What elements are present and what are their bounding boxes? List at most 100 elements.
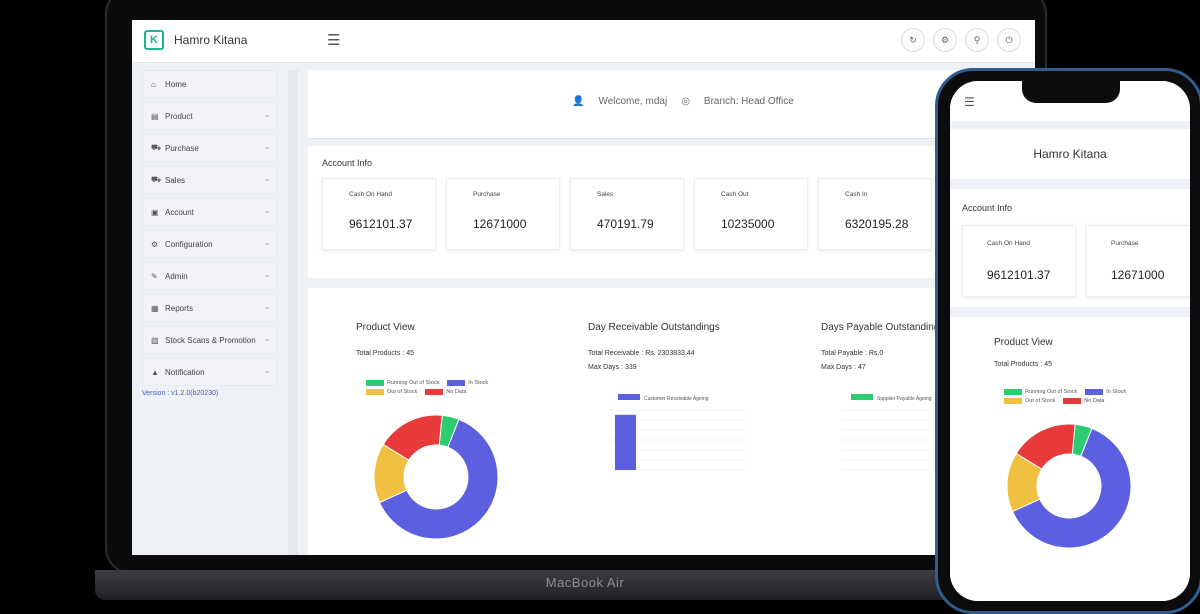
account-card-label: Purchase	[473, 191, 501, 198]
home-icon: ⌂	[151, 79, 156, 89]
phone-legend-item[interactable]: Running Out of Stock	[1004, 389, 1077, 395]
bar-legend-label: Customer Receivable Ageing	[644, 396, 709, 402]
product-view-title: Product View	[356, 322, 415, 333]
legend-item[interactable]: In Stock	[447, 380, 488, 386]
account-info-title: Account Info	[322, 158, 373, 168]
sidebar-item-label: Admin	[165, 271, 188, 281]
sidebar-item-purchase[interactable]: ⛟ Purchase ⌄	[142, 134, 277, 162]
chevron-down-icon: ⌄	[264, 112, 270, 119]
product-donut-chart	[373, 414, 499, 540]
sidebar-item-home[interactable]: ⌂ Home	[142, 70, 277, 98]
total-receivable: Total Receivable : Rs. 2303833.44	[588, 350, 695, 357]
sidebar-item-reports[interactable]: ▦ Reports ⌄	[142, 294, 277, 322]
legend-item[interactable]: Out of Stock	[366, 389, 417, 395]
sidebar-item-configuration[interactable]: ⚙ Configuration ⌄	[142, 230, 277, 258]
settings-icon[interactable]: ⚙	[933, 28, 957, 52]
sidebar-item-stock-scans-promotion[interactable]: ▧ Stock Scans & Promotion ⌄	[142, 326, 277, 354]
menu-toggle-icon[interactable]: ☰	[327, 31, 340, 49]
purchase-icon: ⛟	[151, 143, 162, 152]
user-icon[interactable]: ⚲	[965, 28, 989, 52]
sidebar-item-account[interactable]: ▣ Account ⌄	[142, 198, 277, 226]
charts-section: Product View Total Products : 45 Running…	[308, 288, 1035, 555]
account-card-value: 10235000	[721, 217, 775, 231]
sidebar-item-label: Home	[165, 79, 187, 89]
legend-label: In Stock	[468, 380, 489, 386]
legend-swatch	[1004, 389, 1022, 395]
reports-icon: ▦	[151, 303, 159, 313]
sidebar-item-notification[interactable]: ▲ Notification ⌄	[142, 358, 277, 386]
receivable-bar-chart: Customer Receivable Ageing	[608, 394, 748, 471]
chevron-down-icon: ⌄	[264, 176, 270, 183]
phone-account-card: Cash On Hand 9612101.37	[962, 225, 1076, 297]
account-card-label: Cash In	[845, 191, 868, 198]
legend-item[interactable]: No Data	[425, 389, 466, 395]
brand-logo-icon: K	[144, 30, 164, 50]
chevron-down-icon: ⌄	[264, 336, 270, 343]
total-payable: Total Payable : Rs.0	[821, 350, 884, 357]
total-products: Total Products : 45	[356, 350, 414, 357]
power-icon[interactable]: ⏻	[997, 28, 1021, 52]
account-card: Purchase 12671000	[446, 178, 560, 250]
account-card-label: Sales	[597, 191, 614, 198]
sidebar-item-label: Stock Scans & Promotion	[165, 335, 256, 345]
refresh-icon[interactable]: ↻	[901, 28, 925, 52]
sidebar-item-label: Purchase	[165, 143, 199, 153]
top-bar: K Hamro Kitana ☰ ↻ ⚙ ⚲ ⏻	[132, 20, 1035, 63]
admin-icon: ✎	[151, 271, 158, 281]
version-text: Version : v1.2.0(b20230)	[142, 390, 219, 397]
laptop: K Hamro Kitana ☰ ↻ ⚙ ⚲ ⏻ ⌂ Home ▤ Product ⌄ ⛟…	[95, 0, 1065, 600]
account-card-value: 470191.79	[597, 217, 654, 231]
account-card-label: Cash On Hand	[987, 240, 1030, 247]
bar-legend-swatch	[851, 394, 873, 400]
phone-product-donut-chart	[1006, 423, 1132, 549]
phone-product-view-title: Product View	[994, 337, 1053, 348]
sales-icon: ⛟	[151, 175, 162, 184]
phone-product-legend: Running Out of Stock In Stock Out of Stock…	[1004, 389, 1154, 404]
product-icon: ▤	[151, 111, 159, 121]
account-card-value: 12671000	[473, 217, 527, 231]
product-view-card: Product View Total Products : 45 Running…	[346, 302, 526, 555]
chevron-down-icon: ⌄	[264, 304, 270, 311]
legend-swatch	[1085, 389, 1104, 395]
chevron-down-icon: ⌄	[264, 144, 270, 151]
legend-item[interactable]: Running Out of Stock	[366, 380, 439, 386]
phone-charts: Product View Total Products : 45 Running…	[950, 317, 1190, 601]
legend-swatch	[447, 380, 466, 386]
legend-label: Out of Stock	[387, 389, 418, 395]
account-icon: ▣	[151, 207, 159, 217]
phone-account-info: Account Info Cash On Hand 9612101.37 Purch…	[950, 189, 1190, 307]
receivable-max-days: Max Days : 339	[588, 364, 637, 371]
account-card: Cash Out 10235000	[694, 178, 808, 250]
sidebar-scrollbar[interactable]	[288, 70, 298, 555]
phone-legend-item[interactable]: Out of Stock	[1004, 398, 1055, 404]
account-card: Sales 470191.79	[570, 178, 684, 250]
main-content: 👤 Welcome, mdaj ◎ Branch: Head Office Ac…	[308, 70, 1035, 555]
sidebar-item-label: Notification	[165, 367, 205, 377]
bar-legend-label: Supplier Payable Ageing	[877, 396, 932, 402]
account-card-value: 9612101.37	[987, 268, 1051, 282]
sidebar-item-admin[interactable]: ✎ Admin ⌄	[142, 262, 277, 290]
brand[interactable]: K Hamro Kitana	[144, 30, 247, 50]
legend-swatch	[1004, 398, 1022, 404]
sidebar: ⌂ Home ▤ Product ⌄ ⛟ Purchase ⌄ ⛟ Sales ⌄ ▣ Account ⌄…	[142, 70, 277, 397]
phone-legend-item[interactable]: In Stock	[1085, 389, 1126, 395]
branch-icon: ◎	[681, 96, 690, 107]
account-card-value: 12671000	[1111, 268, 1165, 282]
user-icon: 👤	[572, 96, 585, 107]
sidebar-item-label: Account	[165, 207, 194, 217]
sidebar-item-product[interactable]: ▤ Product ⌄	[142, 102, 277, 130]
bar[interactable]	[615, 414, 636, 470]
account-card-label: Cash Out	[721, 191, 749, 198]
phone-brand: Hamro Kitana	[950, 129, 1190, 179]
legend-swatch	[366, 389, 384, 395]
chevron-down-icon: ⌄	[264, 208, 270, 215]
legend-label: No Data	[446, 389, 467, 395]
payable-title: Days Payable Outstanding	[821, 322, 940, 333]
phone-legend-item[interactable]: No Data	[1063, 398, 1104, 404]
sidebar-item-label: Configuration	[165, 239, 213, 249]
legend-swatch	[1063, 398, 1082, 404]
phone-menu-icon[interactable]: ☰	[964, 95, 975, 109]
sidebar-item-sales[interactable]: ⛟ Sales ⌄	[142, 166, 277, 194]
legend-label: In Stock	[1106, 389, 1127, 395]
legend-swatch	[366, 380, 384, 386]
